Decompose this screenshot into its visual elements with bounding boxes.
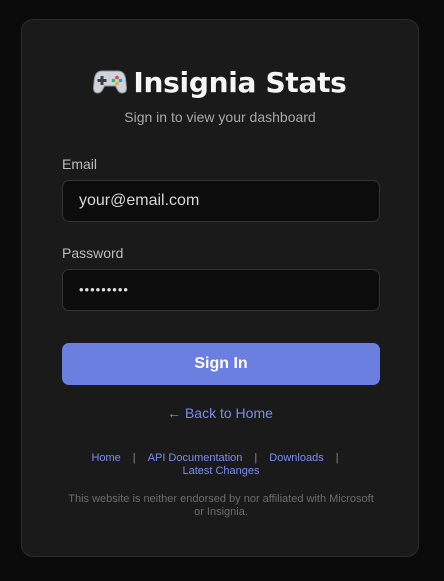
- back-to-home-link[interactable]: ← Back to Home: [22, 405, 418, 421]
- footer-separator: |: [335, 452, 339, 464]
- password-label: Password: [62, 245, 124, 261]
- footer-link-api-docs[interactable]: API Documentation: [148, 452, 243, 464]
- disclaimer-text: This website is neither endorsed by nor …: [68, 493, 374, 518]
- app-title: Insignia Stats: [133, 66, 347, 99]
- email-field[interactable]: [62, 180, 380, 222]
- footer-separator: |: [254, 452, 258, 464]
- footer-link-latest-changes[interactable]: Latest Changes: [182, 465, 259, 477]
- footer-separator: |: [132, 452, 136, 464]
- page-subtitle: Sign in to view your dashboard: [124, 109, 316, 125]
- footer-links: Home | API Documentation | Downloads | Latest …: [52, 452, 390, 478]
- password-value: •••••••••: [79, 282, 129, 297]
- page-title: Insignia Stats: [22, 63, 418, 103]
- password-field[interactable]: •••••••••: [62, 269, 380, 311]
- sign-in-button[interactable]: Sign In: [62, 343, 380, 385]
- email-label: Email: [62, 156, 98, 172]
- gamepad-icon: [93, 68, 128, 94]
- login-card: Insignia Stats Sign in to view your dash…: [21, 19, 419, 557]
- footer-link-home[interactable]: Home: [91, 452, 120, 464]
- footer-link-downloads[interactable]: Downloads: [269, 452, 323, 464]
